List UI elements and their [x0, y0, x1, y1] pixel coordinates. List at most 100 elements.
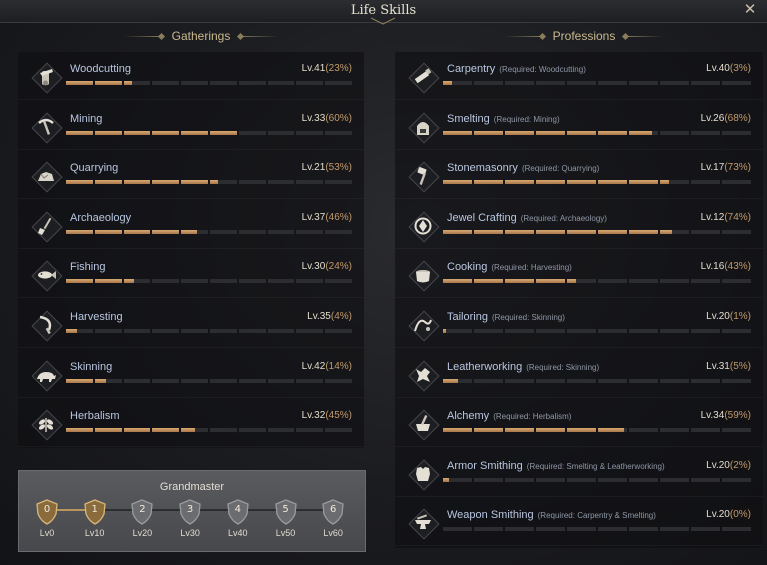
- progress-segment: [691, 279, 720, 284]
- gathering-row[interactable]: Skinning Lv.42(14%): [18, 351, 364, 398]
- ornament-right-icon: [240, 36, 279, 38]
- skill-level: Lv.17(73%): [700, 162, 751, 174]
- progress-segment: [325, 130, 352, 135]
- progress-segment: [152, 130, 180, 135]
- skill-requirement: (Required: Archaeology): [520, 213, 607, 223]
- skill-percent: (68%): [724, 112, 751, 124]
- skill-percent: (43%): [724, 261, 751, 273]
- progress-bar: [443, 428, 751, 433]
- progress-segment: [443, 180, 472, 185]
- progress-segment: [598, 81, 627, 85]
- pot-icon: [407, 259, 440, 292]
- progress-segment: [722, 81, 751, 85]
- shovel-icon: [30, 210, 63, 243]
- gathering-row[interactable]: Archaeology Lv.37(46%): [18, 202, 364, 249]
- progress-segment: [296, 378, 324, 383]
- skill-level: Lv.42(14%): [301, 360, 352, 372]
- progress-segment: [629, 279, 658, 284]
- progress-segment: [181, 279, 208, 284]
- gathering-row[interactable]: Herbalism Lv.32(45%): [18, 400, 364, 448]
- profession-row[interactable]: Smelting (Required: Mining) Lv.26(68%): [395, 103, 763, 150]
- progress-segment: [152, 428, 180, 433]
- title-bar: Life Skills ✕: [0, 0, 767, 25]
- gathering-row[interactable]: Mining Lv.33(60%): [18, 103, 364, 150]
- progress-segment: [629, 477, 658, 482]
- progress-segment: [536, 279, 565, 284]
- progress-segment: [325, 229, 352, 234]
- skill-name: Archaeology: [70, 211, 132, 224]
- tier-number: 0: [43, 504, 51, 515]
- skill-requirement: (Required: Smelting & Leatherworking): [526, 461, 665, 471]
- skill-percent: (45%): [325, 410, 352, 422]
- profession-row[interactable]: Weapon Smithing (Required: Carpentry & Sm…: [395, 499, 763, 547]
- skill-requirement: (Required: Quarrying): [521, 164, 600, 174]
- progress-segment: [722, 527, 751, 532]
- progress-segment: [181, 81, 208, 85]
- skill-level: Lv.31(5%): [706, 360, 751, 372]
- tier-badge: 3 Lv30: [177, 499, 203, 538]
- progress-segment: [296, 130, 324, 135]
- gathering-row[interactable]: Fishing Lv.30(24%): [18, 251, 364, 299]
- gathering-row[interactable]: Harvesting Lv.35(4%): [18, 301, 364, 348]
- skill-level: Lv.26(68%): [700, 112, 751, 124]
- progress-segment: [181, 130, 208, 135]
- progress-segment: [660, 527, 689, 532]
- progress-segment: [474, 180, 503, 185]
- skill-requirement: (Required: Skinning): [526, 362, 600, 372]
- mortar-icon: [407, 408, 440, 441]
- progress-segment: [66, 279, 93, 284]
- profession-row[interactable]: Cooking (Required: Harvesting) Lv.16(43%): [395, 251, 763, 299]
- professions-panel: Carpentry (Required: Woodcutting) Lv.40(3%…: [395, 52, 763, 548]
- skill-level: Lv.32(45%): [301, 410, 352, 422]
- progress-bar: [66, 81, 352, 85]
- progress-segment: [209, 279, 237, 284]
- progress-segment: [181, 329, 208, 333]
- progress-segment: [267, 130, 295, 135]
- tier-label: Lv30: [180, 528, 200, 538]
- profession-row[interactable]: Alchemy (Required: Herbalism) Lv.34(59%): [395, 400, 763, 448]
- tier-label: Lv40: [228, 528, 248, 538]
- progress-segment: [567, 229, 596, 234]
- gem-icon: [407, 210, 440, 243]
- skill-name: Carpentry (Required: Woodcutting): [447, 63, 586, 75]
- progress-segment: [94, 428, 122, 433]
- progress-segment: [660, 477, 689, 482]
- profession-row[interactable]: Armor Smithing (Required: Smelting & Leat…: [395, 450, 763, 497]
- wood-icon: [30, 61, 63, 94]
- tier-label: Lv10: [84, 528, 105, 538]
- progress-segment: [691, 378, 720, 383]
- gathering-row[interactable]: Quarrying Lv.21(53%): [18, 152, 364, 200]
- progress-segment: [267, 378, 295, 383]
- profession-row[interactable]: Leatherworking (Required: Skinning) Lv.31(…: [395, 351, 763, 398]
- progress-segment: [505, 428, 534, 433]
- tier-number: 3: [186, 504, 194, 515]
- progress-segment: [474, 378, 503, 383]
- gathering-row[interactable]: Woodcutting Lv.41(23%): [18, 53, 364, 100]
- close-icon[interactable]: ✕: [741, 1, 759, 19]
- profession-row[interactable]: Tailoring (Required: Skinning) Lv.20(1%): [395, 301, 763, 348]
- profession-row[interactable]: Stonemasonry (Required: Quarrying) Lv.17(7…: [395, 152, 763, 200]
- skill-level: Lv.30(24%): [301, 261, 352, 273]
- progress-segment: [123, 180, 151, 185]
- gatherings-heading: Gatherings: [110, 29, 292, 43]
- progress-segment: [443, 477, 472, 482]
- progress-segment: [94, 81, 122, 85]
- progress-segment: [209, 180, 237, 185]
- progress-segment: [536, 329, 565, 333]
- progress-segment: [152, 81, 180, 85]
- progress-segment: [505, 81, 534, 85]
- tier-label: Lv20: [132, 528, 153, 538]
- profession-row[interactable]: Jewel Crafting (Required: Archaeology) Lv.…: [395, 202, 763, 249]
- progress-segment: [629, 329, 658, 333]
- tier-number: 1: [91, 504, 98, 515]
- progress-segment: [325, 81, 352, 85]
- progress-bar: [443, 279, 751, 284]
- tier-label: Lv60: [323, 528, 343, 538]
- progress-segment: [325, 180, 352, 185]
- skill-level: Lv.20(0%): [706, 509, 751, 521]
- progress-segment: [660, 180, 689, 185]
- pickaxe-icon: [30, 111, 63, 144]
- progress-segment: [505, 180, 534, 185]
- profession-row[interactable]: Carpentry (Required: Woodcutting) Lv.40(3%…: [395, 53, 763, 100]
- skill-level: Lv.12(74%): [700, 211, 751, 223]
